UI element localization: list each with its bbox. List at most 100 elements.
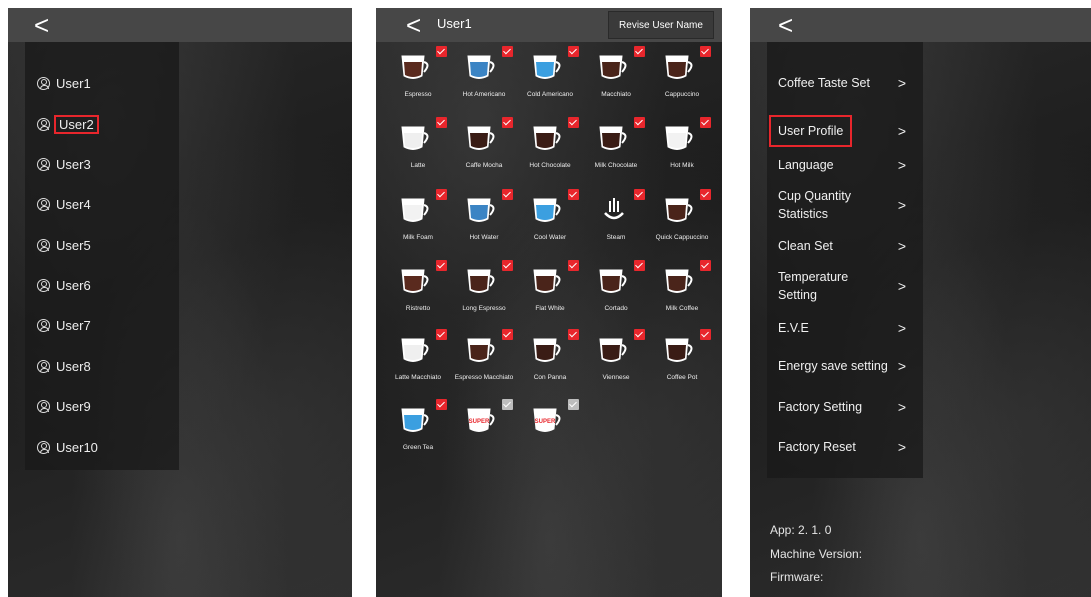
checkbox-icon[interactable] xyxy=(634,117,645,128)
user-label: User3 xyxy=(56,156,91,172)
cup-icon xyxy=(401,338,429,362)
cup-icon xyxy=(665,338,693,362)
settings-menu-item[interactable]: Cup Quantity Statistics > xyxy=(778,187,906,223)
user-item[interactable]: User4 xyxy=(37,192,91,216)
user-item[interactable]: User5 xyxy=(37,233,91,257)
cup-icon xyxy=(401,408,429,432)
back-arrow-icon[interactable]: < xyxy=(34,10,49,40)
checkbox-icon[interactable] xyxy=(700,189,711,200)
checkbox-icon[interactable] xyxy=(502,189,513,200)
cup-icon xyxy=(599,126,627,150)
checkbox-icon[interactable] xyxy=(436,46,447,57)
checkbox-icon[interactable] xyxy=(634,189,645,200)
chevron-right-icon: > xyxy=(897,320,906,336)
checkbox-icon[interactable] xyxy=(436,399,447,410)
settings-menu-item[interactable]: User Profile > xyxy=(769,115,906,147)
user-label: User8 xyxy=(56,358,91,374)
checkbox-icon[interactable] xyxy=(634,329,645,340)
user-item[interactable]: User10 xyxy=(37,435,98,459)
drink-label: Coffee Pot xyxy=(666,374,698,381)
checkbox-icon[interactable] xyxy=(700,329,711,340)
drink-item[interactable]: Ristretto xyxy=(384,260,452,322)
checkbox-icon[interactable] xyxy=(634,46,645,57)
drink-item[interactable]: Con Panna xyxy=(516,329,584,391)
drink-item[interactable]: Latte Macchiato xyxy=(384,329,452,391)
checkbox-icon[interactable] xyxy=(502,260,513,271)
drink-item[interactable]: Green Tea xyxy=(384,399,452,461)
drink-item[interactable]: Steam xyxy=(582,189,650,251)
checkbox-icon[interactable] xyxy=(700,46,711,57)
settings-menu-item[interactable]: Factory Reset > xyxy=(778,438,906,456)
drink-item[interactable]: Hot Americano xyxy=(450,46,518,108)
checkbox-icon[interactable] xyxy=(568,46,579,57)
settings-menu-item[interactable]: Energy save setting > xyxy=(778,357,906,375)
checkbox-icon[interactable] xyxy=(700,117,711,128)
checkbox-icon[interactable] xyxy=(568,117,579,128)
checkbox-icon[interactable] xyxy=(436,329,447,340)
drink-item[interactable]: Caffe Mocha xyxy=(450,117,518,179)
checkbox-icon[interactable] xyxy=(568,189,579,200)
drink-item[interactable]: Milk Foam xyxy=(384,189,452,251)
drink-item[interactable]: Hot Chocolate xyxy=(516,117,584,179)
cup-icon: SUPER xyxy=(467,408,495,432)
cup-icon xyxy=(401,269,429,293)
settings-screen: < Coffee Taste Set > User Profile > Language… xyxy=(750,8,1091,597)
drink-item[interactable]: Milk Chocolate xyxy=(582,117,650,179)
cup-icon xyxy=(665,55,693,79)
drink-item[interactable]: Macchiato xyxy=(582,46,650,108)
user-item[interactable]: User8 xyxy=(37,354,91,378)
drink-item[interactable]: Cortado xyxy=(582,260,650,322)
settings-menu-item[interactable]: Clean Set > xyxy=(778,237,906,255)
settings-menu-item[interactable]: Temperature Setting > xyxy=(778,268,906,304)
checkbox-icon[interactable] xyxy=(436,260,447,271)
user-item[interactable]: User1 xyxy=(37,71,91,95)
back-arrow-icon[interactable]: < xyxy=(778,10,793,40)
drink-item[interactable]: Flat White xyxy=(516,260,584,322)
revise-user-name-button[interactable]: Revise User Name xyxy=(608,11,714,39)
checkbox-icon[interactable] xyxy=(502,329,513,340)
settings-menu-item[interactable]: Language > xyxy=(778,156,906,174)
drink-item[interactable]: Latte xyxy=(384,117,452,179)
drink-item[interactable]: Hot Water xyxy=(450,189,518,251)
checkbox-icon[interactable] xyxy=(568,329,579,340)
user-item[interactable]: User6 xyxy=(37,273,91,297)
checkbox-icon[interactable] xyxy=(436,117,447,128)
checkbox-icon[interactable] xyxy=(502,46,513,57)
checkbox-icon[interactable] xyxy=(568,399,579,410)
chevron-right-icon: > xyxy=(897,278,906,294)
drink-item[interactable]: Cold Americano xyxy=(516,46,584,108)
checkbox-icon[interactable] xyxy=(700,260,711,271)
drink-item[interactable]: SUPER xyxy=(450,399,518,461)
drink-item[interactable]: SUPER xyxy=(516,399,584,461)
user-icon xyxy=(37,76,50,90)
drink-item[interactable]: Coffee Pot xyxy=(648,329,716,391)
drink-label: Quick Cappuccino xyxy=(655,234,709,241)
drink-item[interactable]: Cappuccino xyxy=(648,46,716,108)
drink-item[interactable]: Long Espresso xyxy=(450,260,518,322)
settings-menu-item[interactable]: Coffee Taste Set > xyxy=(778,74,906,92)
settings-menu-item[interactable]: E.V.E > xyxy=(778,319,906,337)
menu-label: Language xyxy=(778,158,834,172)
user-item[interactable]: User9 xyxy=(37,394,91,418)
settings-menu-item[interactable]: Factory Setting > xyxy=(778,398,906,416)
drink-item[interactable]: Espresso xyxy=(384,46,452,108)
svg-text:SUPER: SUPER xyxy=(535,419,556,425)
cup-icon xyxy=(665,269,693,293)
user-item[interactable]: User7 xyxy=(37,313,91,337)
drink-item[interactable]: Viennese xyxy=(582,329,650,391)
checkbox-icon[interactable] xyxy=(436,189,447,200)
back-arrow-icon[interactable]: < xyxy=(406,10,421,40)
user-item[interactable]: User3 xyxy=(37,152,91,176)
user-label: User5 xyxy=(56,237,91,253)
checkbox-icon[interactable] xyxy=(502,399,513,410)
user-item[interactable]: User2 xyxy=(37,112,99,136)
drink-item[interactable]: Cool Water xyxy=(516,189,584,251)
checkbox-icon[interactable] xyxy=(502,117,513,128)
checkbox-icon[interactable] xyxy=(634,260,645,271)
checkbox-icon[interactable] xyxy=(568,260,579,271)
chevron-right-icon: > xyxy=(897,75,906,91)
drink-item[interactable]: Espresso Macchiato xyxy=(450,329,518,391)
drink-item[interactable]: Milk Coffee xyxy=(648,260,716,322)
drink-item[interactable]: Hot Milk xyxy=(648,117,716,179)
drink-item[interactable]: Quick Cappuccino xyxy=(648,189,716,251)
